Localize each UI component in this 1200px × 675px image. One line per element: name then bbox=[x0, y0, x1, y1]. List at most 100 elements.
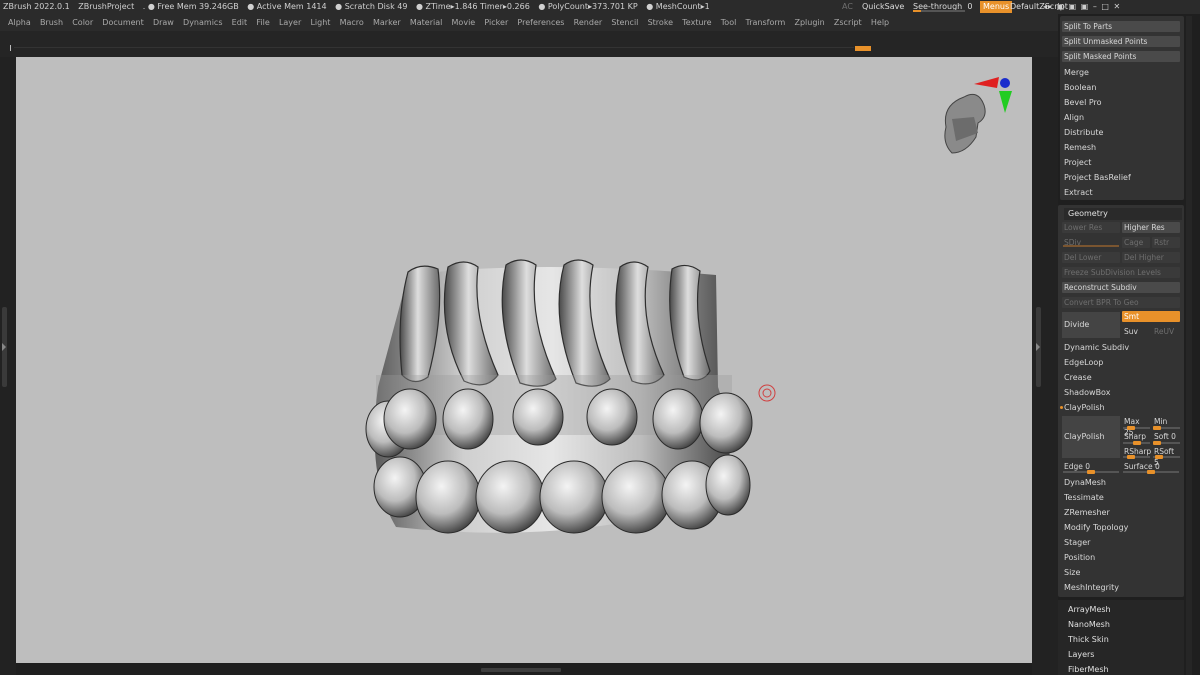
quicksave-button[interactable]: QuickSave bbox=[862, 0, 904, 14]
status-info: ZBrush 2022.0.1 ZBrushProject . ● Free M… bbox=[3, 0, 716, 14]
zremesher-item[interactable]: ZRemesher bbox=[1064, 506, 1110, 519]
menu-macro[interactable]: Macro bbox=[335, 14, 368, 31]
fibermesh-item[interactable]: FiberMesh bbox=[1068, 663, 1109, 675]
menu-brush[interactable]: Brush bbox=[35, 14, 67, 31]
menu-help[interactable]: Help bbox=[866, 14, 893, 31]
geometry-header[interactable]: Geometry bbox=[1064, 208, 1182, 220]
free-mem: . ● Free Mem 39.246GB bbox=[142, 2, 239, 11]
surface-track[interactable] bbox=[1123, 470, 1179, 474]
crease-item[interactable]: Crease bbox=[1064, 371, 1092, 384]
soft-track[interactable] bbox=[1153, 441, 1180, 445]
position-item[interactable]: Position bbox=[1064, 551, 1095, 564]
document-canvas[interactable] bbox=[16, 57, 1032, 663]
split-to-parts-button[interactable]: Split To Parts bbox=[1062, 21, 1180, 32]
lower-res-button[interactable]: Lower Res bbox=[1062, 222, 1120, 233]
project-basrelief-item[interactable]: Project BasRelief bbox=[1064, 171, 1131, 184]
max-track[interactable] bbox=[1123, 426, 1150, 430]
menu-picker[interactable]: Picker bbox=[480, 14, 513, 31]
split-masked-points-button[interactable]: Split Masked Points bbox=[1062, 51, 1180, 62]
claypolish-button[interactable]: ClayPolish bbox=[1062, 416, 1120, 458]
smt-toggle[interactable]: Smt bbox=[1122, 311, 1180, 322]
max-slider[interactable]: Max 25 bbox=[1122, 416, 1150, 437]
reuv-toggle[interactable]: ReUV bbox=[1152, 326, 1180, 337]
progress-strip bbox=[0, 31, 1058, 57]
reconstruct-subdiv-button[interactable]: Reconstruct Subdiv bbox=[1062, 282, 1180, 293]
menus-button[interactable]: Menus bbox=[980, 1, 1013, 13]
bottom-tray-handle[interactable] bbox=[481, 668, 561, 672]
del-lower-button[interactable]: Del Lower bbox=[1062, 252, 1120, 263]
rstr-button[interactable]: Rstr bbox=[1152, 237, 1180, 248]
brush-cursor bbox=[758, 384, 776, 402]
divide-button[interactable]: Divide bbox=[1062, 312, 1120, 338]
polycount: ● PolyCount▸373.701 KP bbox=[538, 2, 638, 11]
shadowbox-item[interactable]: ShadowBox bbox=[1064, 386, 1110, 399]
convert-bpr-button[interactable]: Convert BPR To Geo bbox=[1062, 297, 1180, 308]
sdiv-track[interactable] bbox=[1063, 245, 1119, 247]
nanomesh-item[interactable]: NanoMesh bbox=[1068, 618, 1110, 631]
size-item[interactable]: Size bbox=[1064, 566, 1080, 579]
bevel-pro-item[interactable]: Bevel Pro bbox=[1064, 96, 1102, 109]
viewport-svg bbox=[365, 77, 1012, 534]
merge-item[interactable]: Merge bbox=[1064, 66, 1089, 79]
right-tray-handle[interactable] bbox=[1036, 307, 1041, 387]
rsharp-track[interactable] bbox=[1123, 455, 1150, 459]
menu-light[interactable]: Light bbox=[306, 14, 335, 31]
menu-dynamics[interactable]: Dynamics bbox=[178, 14, 227, 31]
sculpt-model[interactable] bbox=[365, 259, 753, 534]
meshintegrity-item[interactable]: MeshIntegrity bbox=[1064, 581, 1119, 594]
higher-res-button[interactable]: Higher Res bbox=[1122, 222, 1180, 233]
panel-scrollbar[interactable] bbox=[1186, 16, 1192, 675]
layers-item[interactable]: Layers bbox=[1068, 648, 1094, 661]
stager-item[interactable]: Stager bbox=[1064, 536, 1090, 549]
menu-file[interactable]: File bbox=[252, 14, 275, 31]
menu-zscript[interactable]: Zscript bbox=[829, 14, 866, 31]
del-higher-button[interactable]: Del Higher bbox=[1122, 252, 1180, 263]
min-track[interactable] bbox=[1153, 426, 1180, 430]
menu-movie[interactable]: Movie bbox=[447, 14, 480, 31]
cage-button[interactable]: Cage bbox=[1122, 237, 1150, 248]
menu-zplugin[interactable]: Zplugin bbox=[790, 14, 829, 31]
menu-texture[interactable]: Texture bbox=[678, 14, 716, 31]
freeze-subdivision-button[interactable]: Freeze SubDivision Levels bbox=[1062, 267, 1180, 278]
dynamic-subdiv-item[interactable]: Dynamic Subdiv bbox=[1064, 341, 1129, 354]
menu-material[interactable]: Material bbox=[405, 14, 447, 31]
align-item[interactable]: Align bbox=[1064, 111, 1084, 124]
menu-preferences[interactable]: Preferences bbox=[513, 14, 569, 31]
menu-tool[interactable]: Tool bbox=[716, 14, 741, 31]
menu-stroke[interactable]: Stroke bbox=[643, 14, 678, 31]
ac-button[interactable]: AC bbox=[842, 0, 853, 14]
scratch-disk: ● Scratch Disk 49 bbox=[335, 2, 408, 11]
left-tray-handle[interactable] bbox=[2, 307, 7, 387]
project-item[interactable]: Project bbox=[1064, 156, 1091, 169]
distribute-item[interactable]: Distribute bbox=[1064, 126, 1103, 139]
see-through-track[interactable] bbox=[913, 10, 965, 12]
modify-topology-item[interactable]: Modify Topology bbox=[1064, 521, 1128, 534]
menu-marker[interactable]: Marker bbox=[368, 14, 405, 31]
menu-render[interactable]: Render bbox=[569, 14, 607, 31]
dynamesh-item[interactable]: DynaMesh bbox=[1064, 476, 1106, 489]
arraymesh-item[interactable]: ArrayMesh bbox=[1068, 603, 1111, 616]
menu-edit[interactable]: Edit bbox=[227, 14, 252, 31]
orientation-gizmo[interactable] bbox=[944, 77, 1012, 154]
suv-toggle[interactable]: Suv bbox=[1122, 326, 1150, 337]
menu-document[interactable]: Document bbox=[98, 14, 149, 31]
menu-stencil[interactable]: Stencil bbox=[607, 14, 643, 31]
rsoft-track[interactable] bbox=[1153, 455, 1180, 459]
thick-skin-item[interactable]: Thick Skin bbox=[1068, 633, 1109, 646]
remesh-item[interactable]: Remesh bbox=[1064, 141, 1096, 154]
edgeloop-item[interactable]: EdgeLoop bbox=[1064, 356, 1103, 369]
boolean-item[interactable]: Boolean bbox=[1064, 81, 1096, 94]
claypolish-item[interactable]: ClayPolish bbox=[1064, 401, 1105, 414]
menu-alpha[interactable]: Alpha bbox=[0, 14, 35, 31]
menu-draw[interactable]: Draw bbox=[148, 14, 178, 31]
menu-layer[interactable]: Layer bbox=[274, 14, 306, 31]
edge-track[interactable] bbox=[1063, 470, 1119, 474]
menu-color[interactable]: Color bbox=[68, 14, 98, 31]
rsoft-knob bbox=[1155, 455, 1163, 459]
extract-item[interactable]: Extract bbox=[1064, 186, 1093, 199]
split-unmasked-points-button[interactable]: Split Unmasked Points bbox=[1062, 36, 1180, 47]
sharp-track[interactable] bbox=[1123, 441, 1150, 445]
tessimate-item[interactable]: Tessimate bbox=[1064, 491, 1104, 504]
window-controls[interactable]: ◂▸ ▣ ▣ ▣ – □ ✕ bbox=[1043, 0, 1121, 14]
menu-transform[interactable]: Transform bbox=[741, 14, 790, 31]
